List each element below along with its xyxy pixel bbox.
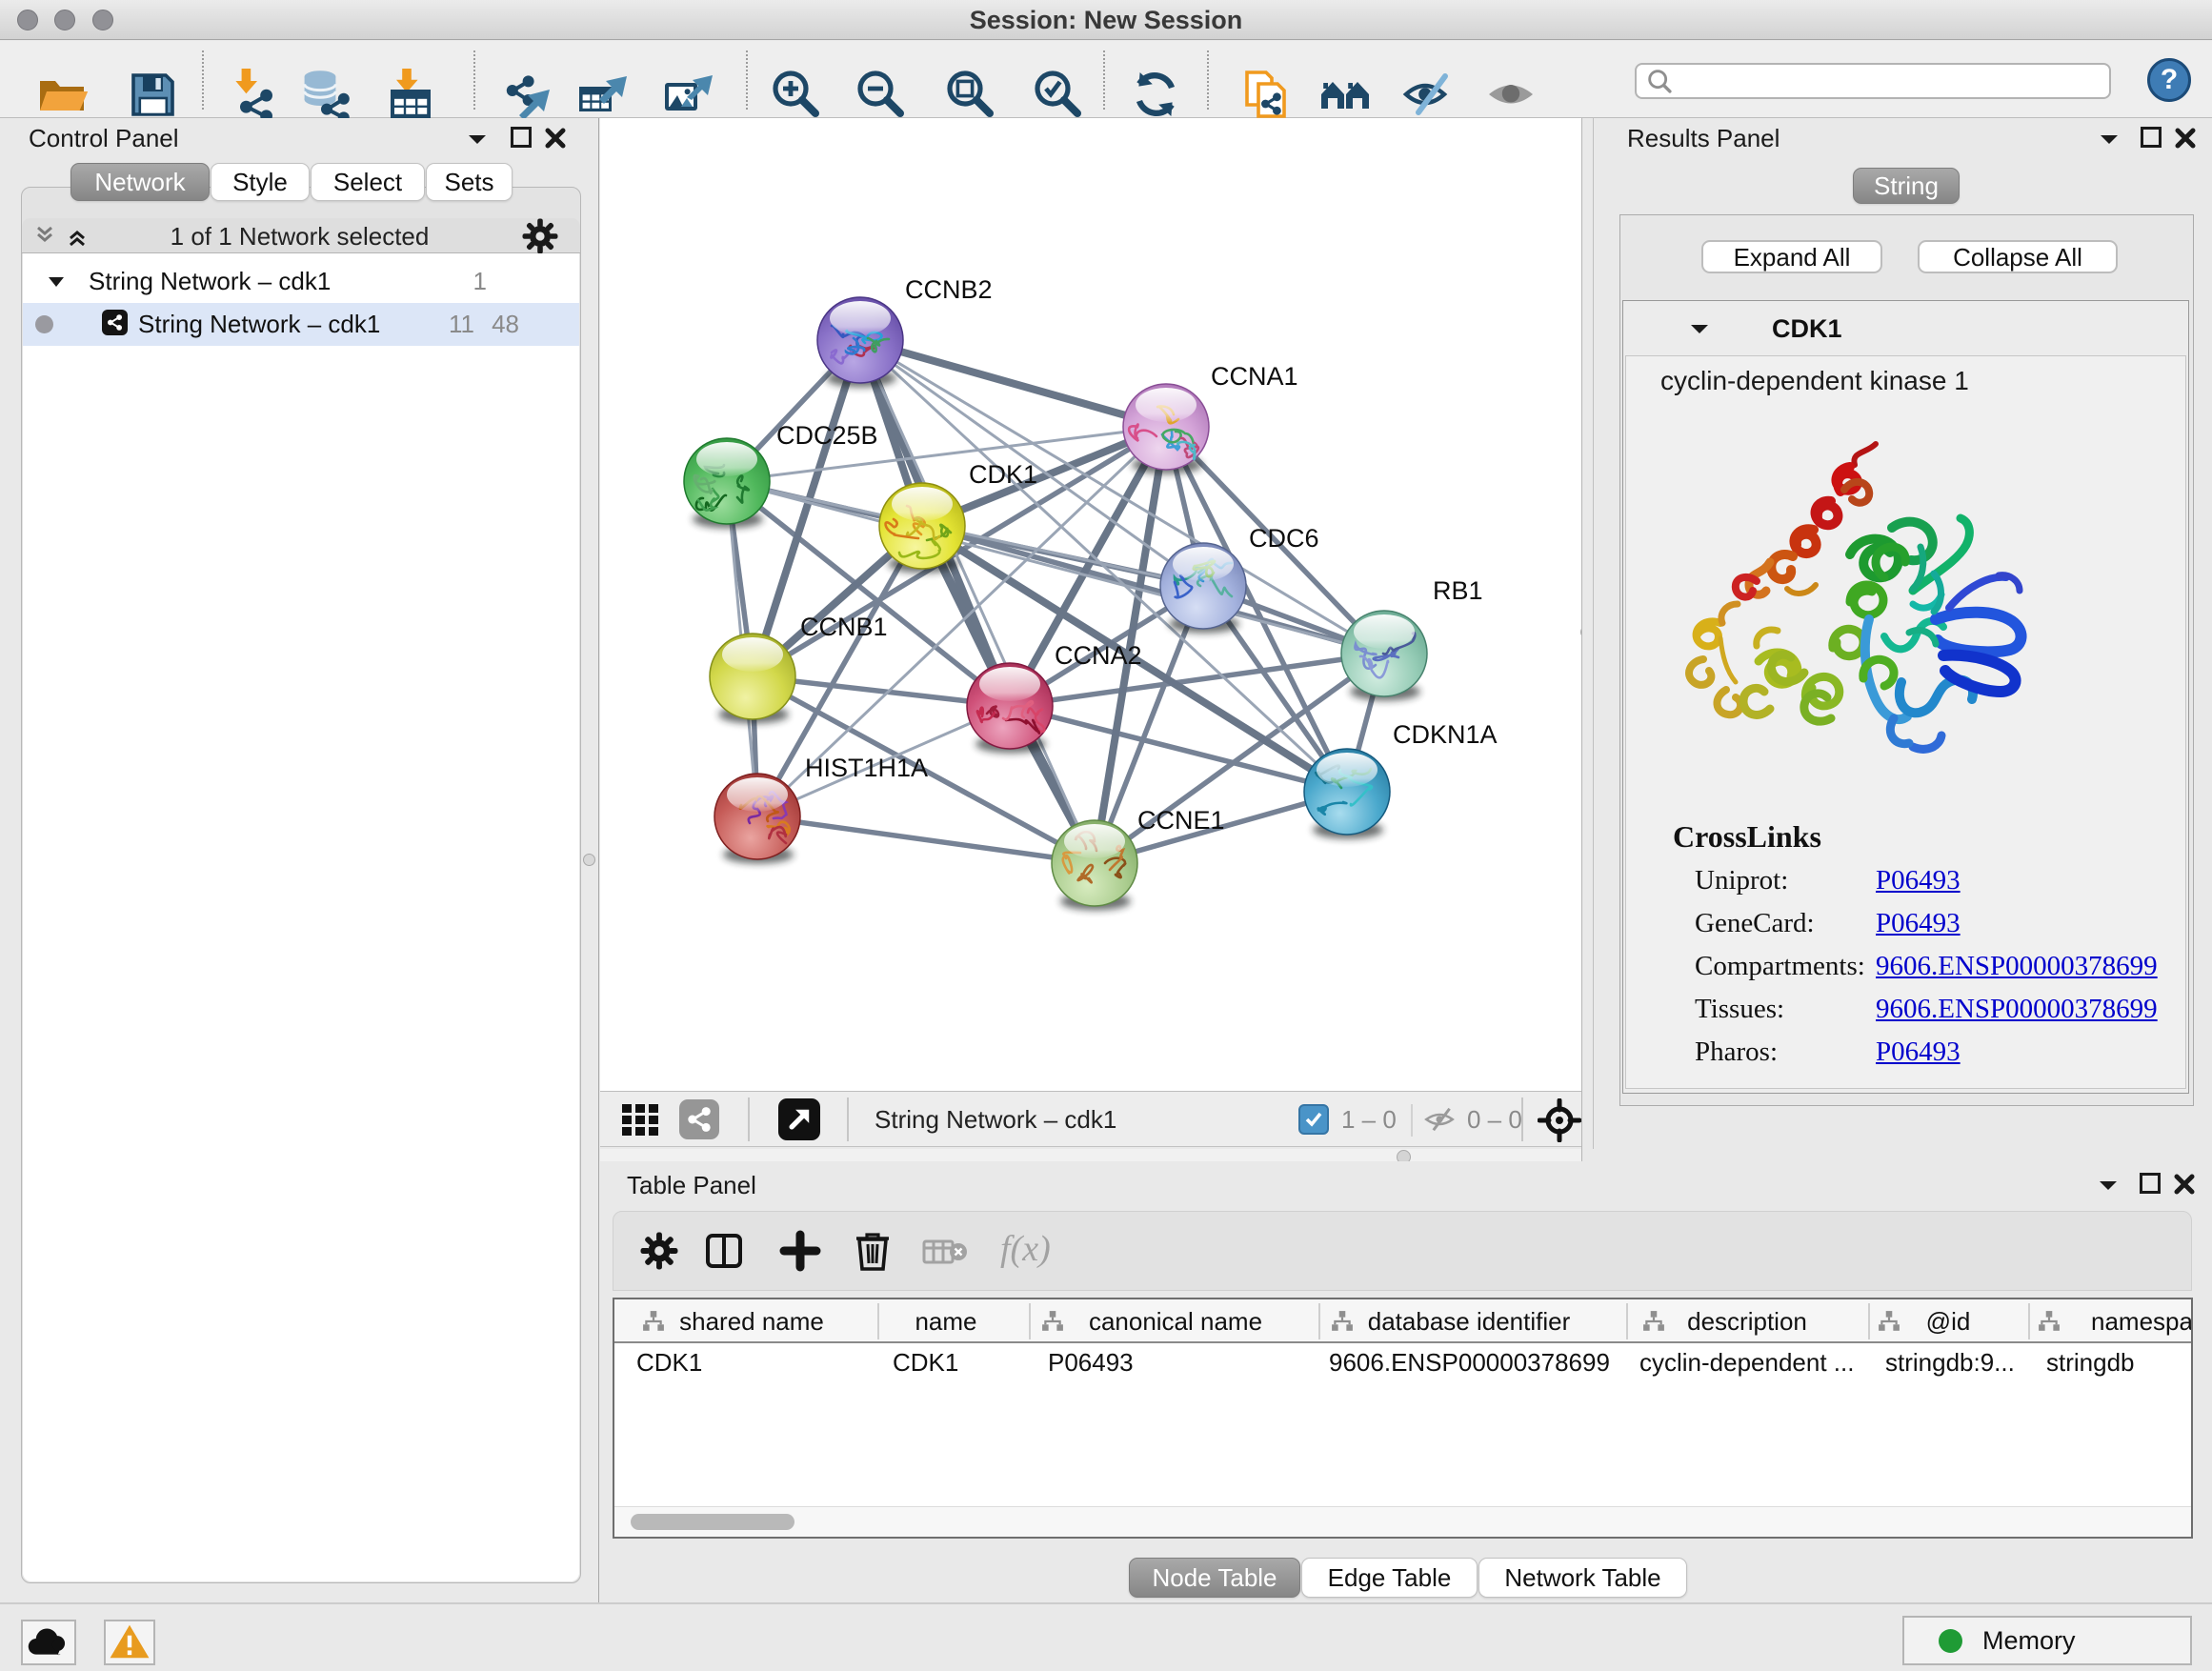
svg-text:CDC6: CDC6 [1249,524,1319,553]
svg-text:CCNB1: CCNB1 [800,613,888,641]
svg-text:CDC25B: CDC25B [776,421,878,450]
svg-text:HIST1H1A: HIST1H1A [805,754,928,782]
svg-text:CCNA2: CCNA2 [1055,641,1142,670]
svg-text:CCNE1: CCNE1 [1137,806,1225,835]
svg-text:CCNA1: CCNA1 [1211,362,1298,391]
svg-text:CDK1: CDK1 [969,460,1037,489]
svg-text:RB1: RB1 [1433,576,1483,605]
svg-text:CCNB2: CCNB2 [905,275,993,304]
svg-text:CDKN1A: CDKN1A [1393,720,1498,749]
